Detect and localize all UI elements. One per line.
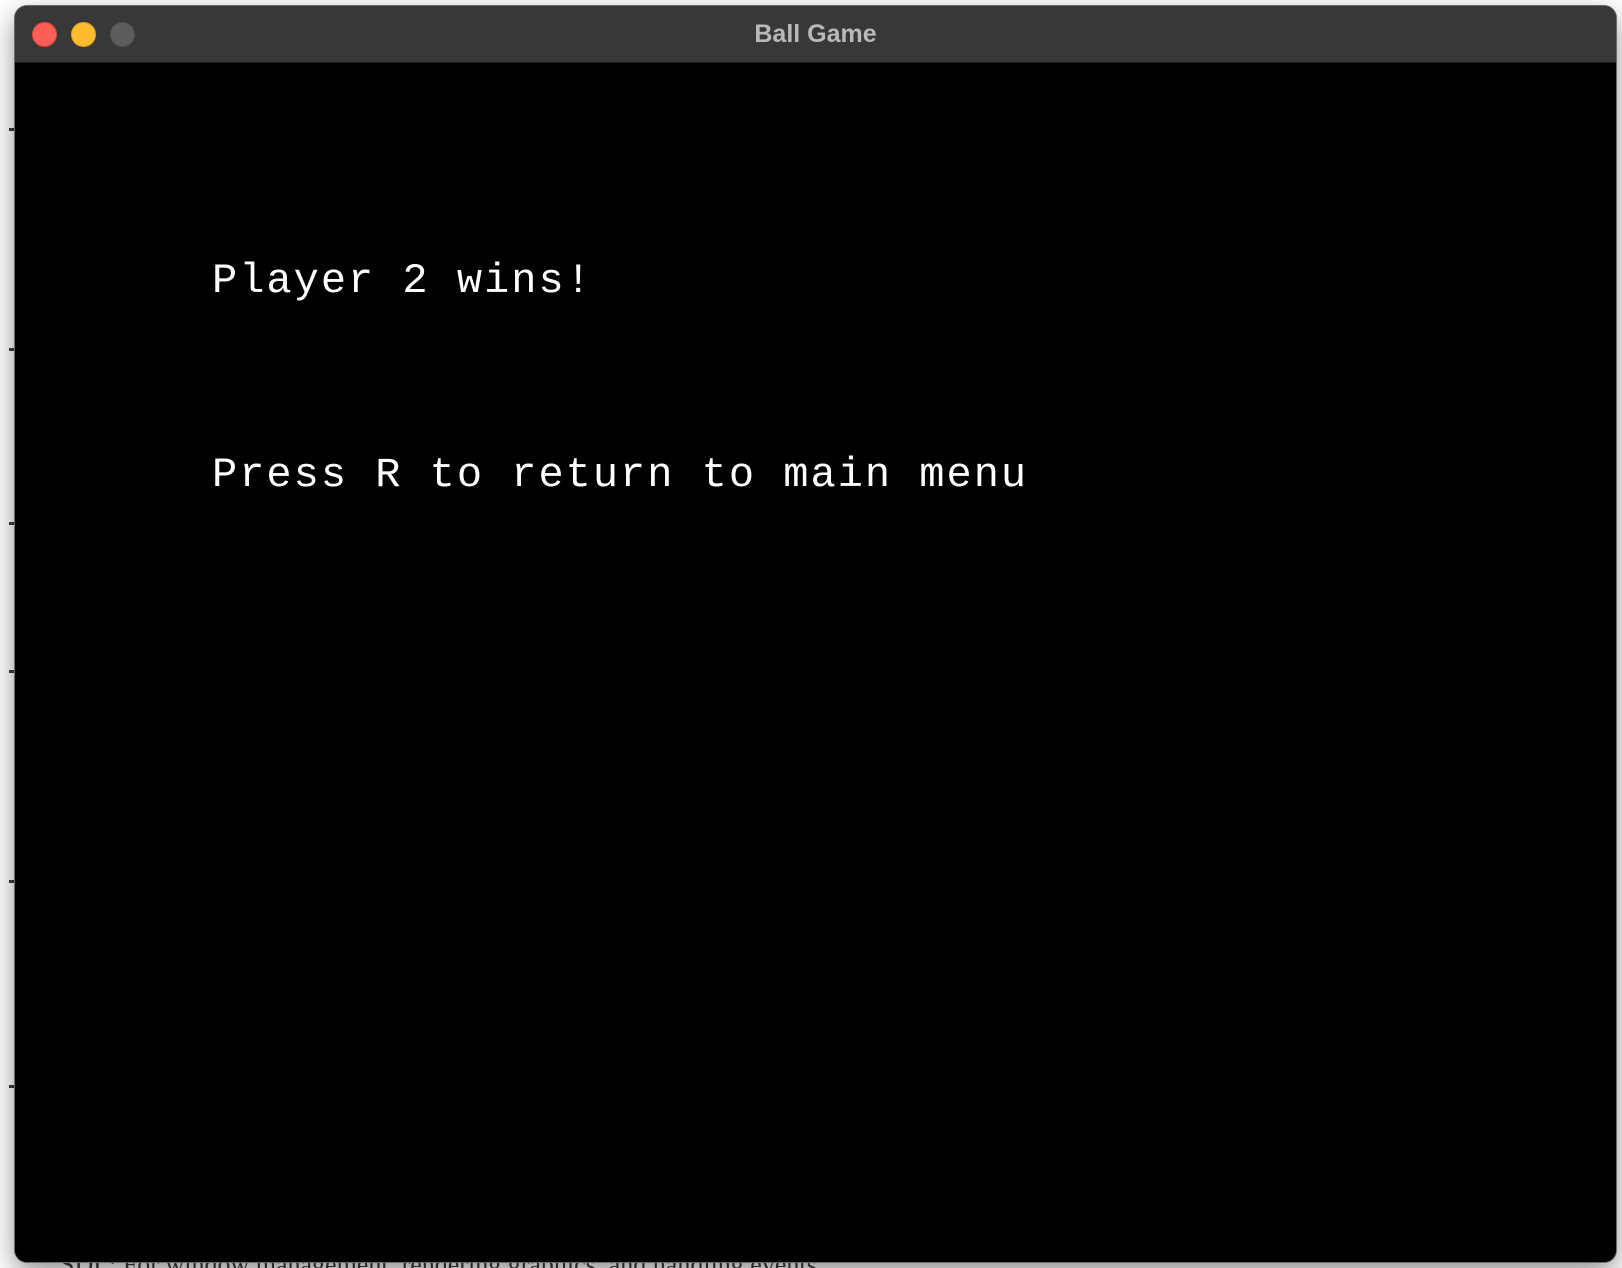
background-text-fragment [9,348,14,351]
background-text-fragment [9,522,14,525]
return-to-menu-prompt: Press R to return to main menu [212,451,1029,499]
background-text-fragment [9,1085,14,1088]
ball-game-window: Ball Game Player 2 wins! Press R to retu… [15,6,1616,1262]
background-text-fragment [9,670,14,673]
winner-message: Player 2 wins! [212,257,593,305]
background-text-fragment [9,880,14,883]
game-canvas[interactable]: Player 2 wins! Press R to return to main… [15,63,1616,1262]
window-titlebar[interactable]: Ball Game [15,6,1616,63]
background-text-fragment [9,128,14,131]
window-title: Ball Game [754,20,877,48]
